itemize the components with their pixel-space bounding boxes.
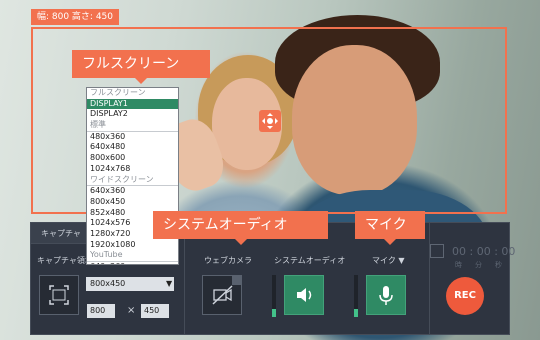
dropdown-group-header: フルスクリーン (90, 88, 146, 97)
mic-level (354, 275, 358, 317)
times-sign: × (127, 305, 136, 316)
webcam-button[interactable] (202, 275, 242, 315)
dropdown-option[interactable]: 480x360 (87, 132, 178, 143)
dropdown-option[interactable]: 1024x768 (87, 164, 178, 175)
mic-button[interactable] (366, 275, 406, 315)
dropdown-option[interactable]: 640x360 (87, 262, 178, 264)
callout-system-audio: システムオーディオ (153, 211, 328, 245)
capture-area-label: キャプチャ領域 (37, 256, 93, 265)
select-arrow-icon[interactable]: ▼ (166, 279, 172, 288)
timer-unit-hours: 時 (455, 261, 462, 269)
width-input[interactable]: 800 (87, 304, 115, 318)
dropdown-option[interactable]: 800x600 (87, 153, 178, 164)
mic-label[interactable]: マイク ▼ (372, 255, 405, 266)
move-handle-icon[interactable] (259, 110, 281, 132)
dropdown-option[interactable]: DISPLAY1 (87, 98, 178, 110)
system-audio-label: システムオーディオ (274, 256, 346, 265)
system-audio-level (272, 275, 276, 317)
dropdown-group-header: ワイドスクリーン (87, 175, 178, 187)
capture-size-select[interactable]: 800x450 (86, 277, 174, 291)
speaker-icon (297, 288, 312, 302)
webcam-settings-icon[interactable] (232, 275, 242, 285)
dropdown-option[interactable]: 1920x1080 (87, 240, 178, 251)
select-area-button[interactable] (39, 275, 79, 315)
timer-unit-seconds: 秒 (495, 261, 502, 269)
dropdown-option[interactable]: 800x450 (87, 197, 178, 208)
timer-unit-minutes: 分 (475, 261, 482, 269)
system-audio-button[interactable] (284, 275, 324, 315)
dropdown-group-header: 標準 (87, 120, 178, 132)
dropdown-option[interactable]: 640x480 (87, 142, 178, 153)
recording-timer: 00 : 00 : 00 (452, 245, 516, 258)
alarm-clock-icon[interactable] (430, 244, 444, 258)
tab-capture[interactable]: キャプチャ (31, 223, 87, 244)
microphone-icon (379, 286, 393, 305)
callout-mic: マイク (355, 211, 425, 245)
dropdown-group-header: YouTube (87, 250, 178, 262)
height-input[interactable]: 450 (141, 304, 169, 318)
dropdown-option[interactable]: 640x360 (87, 186, 178, 197)
rec-button[interactable]: REC (446, 277, 484, 315)
callout-fullscreen: フルスクリーン (72, 50, 210, 84)
dropdown-option[interactable]: DISPLAY2 (87, 109, 178, 120)
select-area-icon (49, 285, 69, 305)
capture-size-badge: 幅: 800 高さ: 450 (31, 9, 120, 25)
webcam-label: ウェブカメラ (204, 256, 252, 265)
